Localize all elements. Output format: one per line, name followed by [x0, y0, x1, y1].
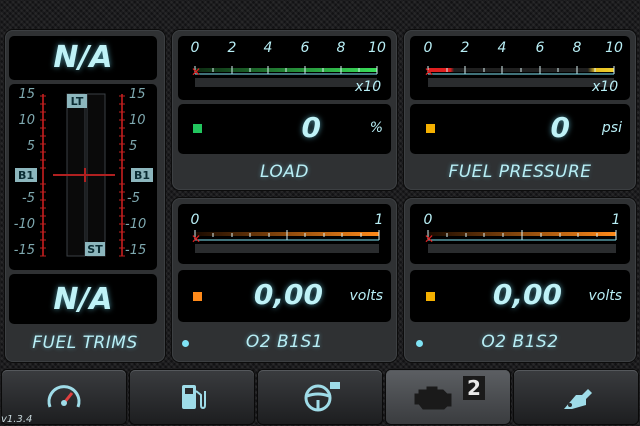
steering-wheel-icon	[304, 382, 340, 412]
load-tick: 0	[191, 40, 200, 56]
o2-b1s2-value-display: 0,00 volts	[410, 270, 630, 322]
trim-tick-left: -15	[14, 243, 35, 258]
trim-tick-right: 10	[129, 113, 146, 128]
o2-b1s1-value-display: 0,00 volts	[178, 270, 391, 322]
o2-b1s1-indicator	[193, 292, 202, 301]
o2-b1s1-unit: volts	[349, 288, 383, 304]
check-engine-icon	[414, 386, 452, 410]
trim-tick-left: 15	[18, 87, 35, 102]
trim-tick-left: 5	[27, 139, 35, 154]
o2-b1s2-tick: 0	[424, 212, 433, 228]
load-bar-gauge: 0 2 4 6 8 10 ✕ x10	[191, 40, 386, 95]
diagnostics-tab-button[interactable]: 2	[386, 370, 510, 424]
load-indicator	[193, 124, 202, 133]
fuel-pressure-unit: psi	[601, 120, 622, 136]
o2-b1s2-tick: 1	[612, 212, 621, 228]
trim-tick-left: -5	[22, 191, 35, 206]
fuel-pressure-tick: 2	[461, 40, 470, 56]
load-multiplier: x10	[354, 79, 381, 95]
load-value: 0	[301, 111, 321, 144]
o2-b1s2-bar-gauge: 0 1 ✕	[424, 212, 621, 253]
load-tick: 8	[337, 40, 346, 56]
fuel-trims-top-value: N/A	[53, 40, 113, 75]
bank-tag-right: B1	[134, 169, 150, 182]
trim-tick-right: -15	[125, 243, 146, 258]
trim-tick-right: -5	[127, 191, 140, 206]
fuel-trims-panel[interactable]: N/A 15 10 5 -5 -10 -15 15 10 5 -5 -10 -1…	[5, 30, 165, 362]
fuel-pressure-tick: 10	[605, 40, 623, 56]
long-term-tag: LT	[71, 95, 84, 108]
o2-b1s1-bar-gauge: 0 1 ✕	[191, 212, 384, 253]
svg-text:✕: ✕	[191, 65, 201, 79]
load-tick: 6	[301, 40, 310, 56]
o2-b1s1-tick: 1	[375, 212, 384, 228]
fuel-trims-bottom-value: N/A	[53, 282, 113, 317]
fuel-pump-icon	[182, 385, 206, 410]
fuel-trims-label: FUEL TRIMS	[32, 333, 138, 353]
driving-tab-button[interactable]	[258, 370, 382, 424]
o2-b1s1-value: 0,00	[253, 278, 323, 311]
o2-b1s1-tick: 0	[191, 212, 200, 228]
trim-tick-right: 5	[129, 139, 137, 154]
svg-text:✕: ✕	[191, 232, 201, 246]
o2-b1s2-label: O2 B1S2	[481, 332, 559, 352]
svg-text:✕: ✕	[424, 232, 434, 246]
version-label: v1.3.4	[1, 414, 33, 425]
o2-b1s2-value: 0,00	[492, 278, 562, 311]
fuel-trims-top-display: N/A	[9, 36, 157, 80]
load-tick: 4	[264, 40, 273, 56]
fuel-pressure-tick: 8	[573, 40, 582, 56]
load-value-display: 0 %	[178, 104, 391, 154]
svg-text:✕: ✕	[424, 65, 434, 79]
fuel-pressure-scale-display: 0 2 4 6 8 10 ✕ x10	[410, 36, 630, 100]
fuel-pressure-tick: 4	[498, 40, 507, 56]
fuel-pressure-tick: 6	[536, 40, 545, 56]
fuel-pressure-value: 0	[550, 111, 570, 144]
load-unit: %	[369, 120, 383, 136]
o2-b1s2-scale-display: 0 1 ✕	[410, 204, 630, 264]
fuel-pressure-value-display: 0 psi	[410, 104, 630, 154]
fuel-trims-gauge: 15 10 5 -5 -10 -15 15 10 5 -5 -10 -15 B1…	[9, 84, 157, 270]
fuel-trims-bottom-display: N/A	[9, 274, 157, 324]
fuel-pressure-bar-gauge: 0 2 4 6 8 10 ✕ x10	[424, 40, 623, 95]
speedometer-icon	[47, 385, 81, 408]
load-scale-display: 0 2 4 6 8 10 ✕ x10	[178, 36, 391, 100]
o2-b1s1-scale-display: 0 1 ✕	[178, 204, 391, 264]
fuel-pressure-tick: 0	[424, 40, 433, 56]
diagnostics-badge: 2	[463, 376, 485, 400]
trim-tick-left: 10	[18, 113, 35, 128]
load-label: LOAD	[259, 162, 310, 182]
fuel-nozzle-icon	[564, 389, 592, 409]
o2-b1s1-panel[interactable]: 0 1 ✕ 0,00 volts O2 B1S1	[172, 198, 397, 362]
trim-tick-right: -10	[125, 217, 146, 232]
fuel-nozzle-tab-button[interactable]	[514, 370, 638, 424]
o2-b1s2-indicator	[426, 292, 435, 301]
fuel-tab-button[interactable]	[130, 370, 254, 424]
trim-tick-left: -10	[14, 217, 35, 232]
o2-b1s2-unit: volts	[588, 288, 622, 304]
fuel-trims-bar-graph: 15 10 5 -5 -10 -15 15 10 5 -5 -10 -15 B1…	[14, 87, 153, 258]
load-tick: 2	[228, 40, 237, 56]
fuel-pressure-indicator	[426, 124, 435, 133]
o2-b1s2-panel[interactable]: 0 1 ✕ 0,00 volts O2 B1S2	[404, 198, 636, 362]
load-tick: 10	[368, 40, 386, 56]
short-term-tag: ST	[87, 243, 103, 256]
load-panel[interactable]: 0 2 4 6 8 10 ✕ x10 0 % LOAD	[172, 30, 397, 190]
fuel-pressure-multiplier: x10	[591, 79, 618, 95]
fuel-pressure-panel[interactable]: 0 2 4 6 8 10 ✕ x10 0 psi FUEL PRESSURE	[404, 30, 636, 190]
trim-tick-right: 15	[129, 87, 146, 102]
fuel-pressure-label: FUEL PRESSURE	[448, 162, 592, 182]
o2-b1s1-label: O2 B1S1	[245, 332, 324, 352]
bank-tag-left: B1	[18, 169, 34, 182]
